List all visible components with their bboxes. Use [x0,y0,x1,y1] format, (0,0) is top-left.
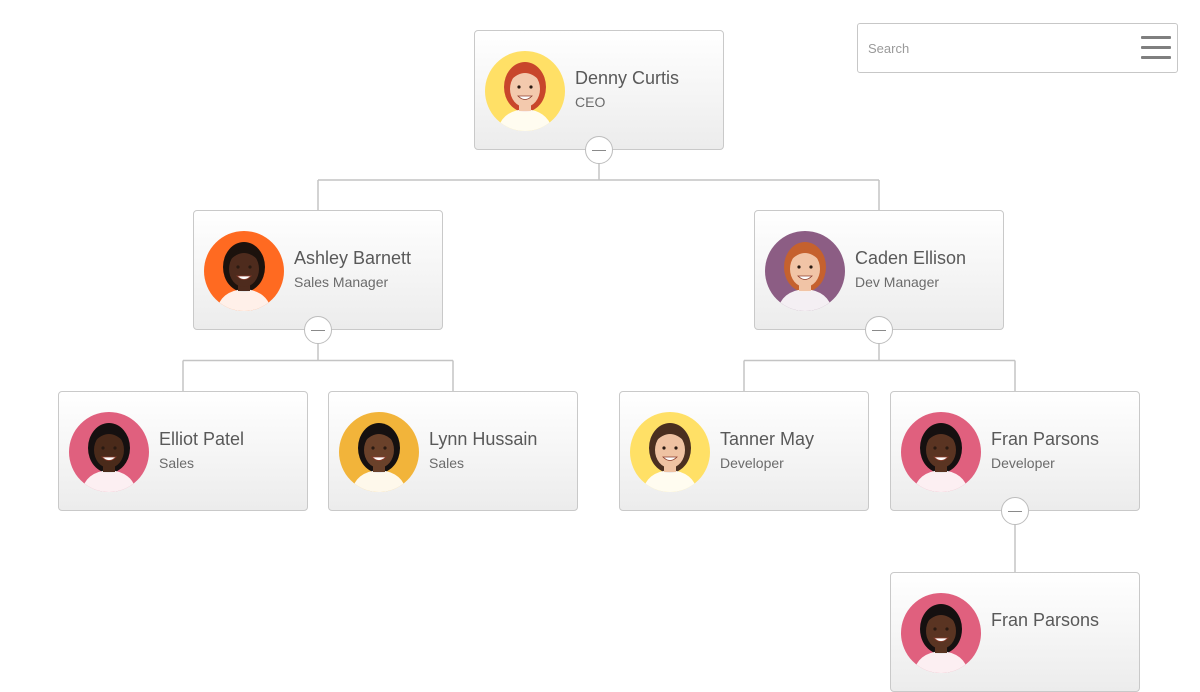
employee-name: Fran Parsons [991,610,1100,630]
avatar [204,231,284,311]
org-node-lynn[interactable]: Lynn Hussain Sales [328,391,578,511]
employee-title: Sales Manager [294,274,389,290]
employee-name: Caden Ellison [855,248,967,268]
avatar [69,412,149,492]
employee-title: Developer [720,455,784,471]
org-node-fran2[interactable]: Fran Parsons [890,572,1140,692]
employee-name: Elliot Patel [159,429,245,449]
minus-icon [592,150,606,151]
avatar [765,231,845,311]
org-node-elliot[interactable]: Elliot Patel Sales [58,391,308,511]
minus-icon [1008,511,1022,512]
org-node-tanner[interactable]: Tanner May Developer [619,391,869,511]
avatar [901,412,981,492]
collapse-denny-button[interactable] [585,136,613,164]
employee-name: Tanner May [720,429,815,449]
minus-icon [872,330,886,331]
org-node-denny[interactable]: Denny Curtis CEO [474,30,724,150]
avatar [339,412,419,492]
employee-name: Ashley Barnett [294,248,412,268]
employee-title: CEO [575,94,606,110]
avatar [630,412,710,492]
employee-name: Denny Curtis [575,68,680,88]
hamburger-menu-icon[interactable] [1141,36,1171,60]
employee-title: Sales [429,455,465,471]
collapse-fran-button[interactable] [1001,497,1029,525]
org-node-fran[interactable]: Fran Parsons Developer [890,391,1140,511]
employee-title: Sales [159,455,195,471]
minus-icon [311,330,325,331]
avatar [901,593,981,673]
org-node-caden[interactable]: Caden Ellison Dev Manager [754,210,1004,330]
avatar [485,51,565,131]
employee-title: Developer [991,455,1055,471]
search-box [857,23,1178,73]
employee-name: Lynn Hussain [429,429,538,449]
collapse-ashley-button[interactable] [304,316,332,344]
org-node-ashley[interactable]: Ashley Barnett Sales Manager [193,210,443,330]
search-input[interactable] [859,25,1128,71]
employee-name: Fran Parsons [991,429,1100,449]
employee-title: Dev Manager [855,274,940,290]
collapse-caden-button[interactable] [865,316,893,344]
